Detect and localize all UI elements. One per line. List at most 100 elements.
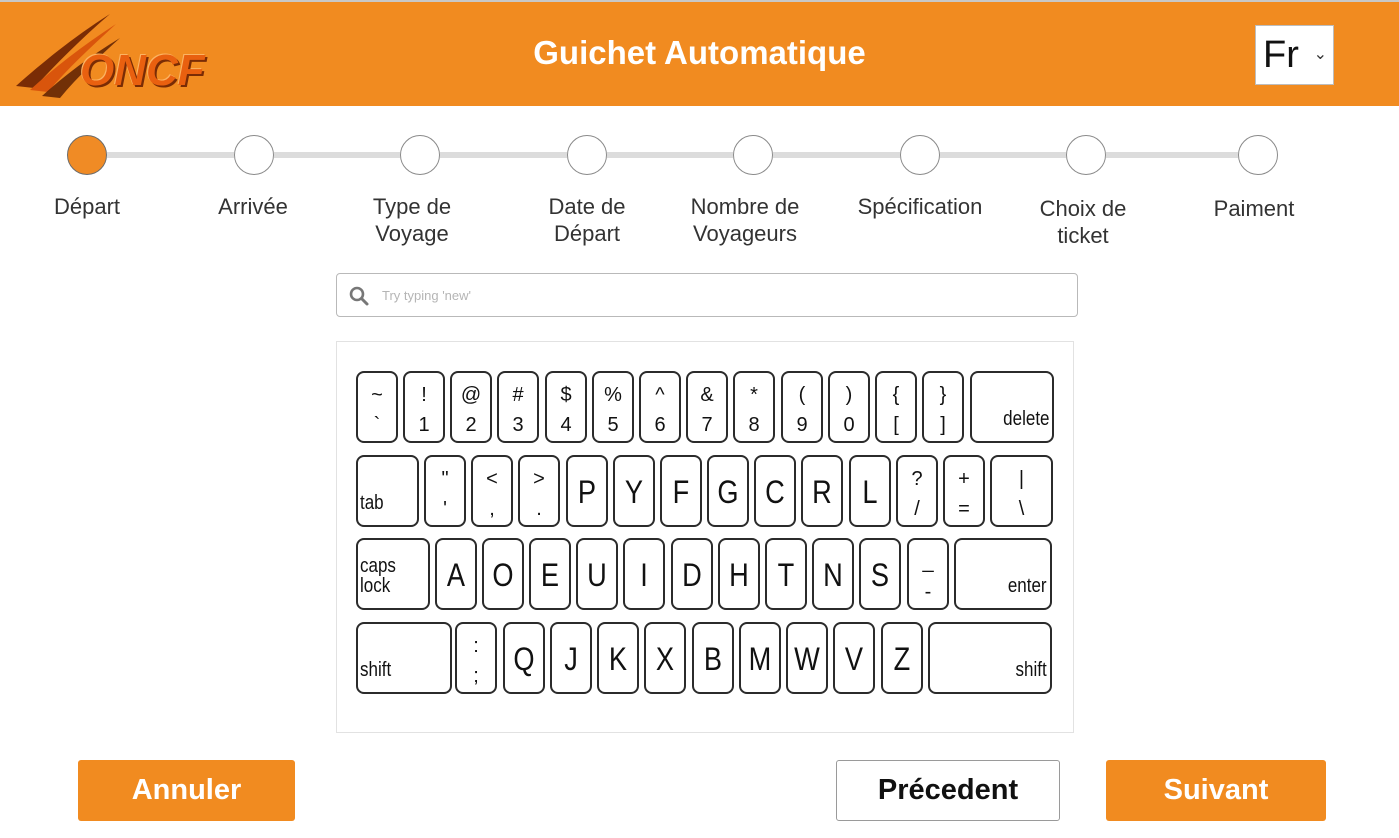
key-symbol[interactable]: _ -	[907, 538, 949, 610]
key-symbol[interactable]: & 7	[686, 371, 728, 443]
key-shift-label: ?	[911, 468, 923, 490]
key-label: F	[672, 474, 690, 510]
language-select[interactable]: Fr ⌄	[1255, 25, 1334, 85]
key-g[interactable]: G	[707, 455, 749, 527]
virtual-keyboard: ~ `! 1 @2 #3 $4% 5 ^ 6 & 7 * 8(9) 0{[}] delete tab " ' <, >…	[336, 341, 1074, 733]
key-r[interactable]: R	[801, 455, 843, 527]
key-label: delete	[1002, 408, 1049, 430]
key-h[interactable]: H	[718, 538, 760, 610]
key-label: D	[682, 557, 702, 593]
key-label: P	[577, 474, 597, 510]
key-label: R	[812, 474, 832, 510]
key-symbol[interactable]: <,	[471, 455, 513, 527]
key-caps-lock[interactable]: caps lock	[356, 538, 430, 610]
step-indicator	[400, 135, 440, 175]
key-delete[interactable]: delete	[970, 371, 1054, 443]
key-i[interactable]: I	[623, 538, 665, 610]
key-shift-label: :	[473, 635, 479, 657]
step-indicator	[1238, 135, 1278, 175]
key-label: Q	[513, 641, 535, 677]
step-label: Paiment	[1174, 195, 1334, 222]
key-symbol[interactable]: #3	[497, 371, 539, 443]
key-symbol[interactable]: % 5	[592, 371, 634, 443]
cancel-button[interactable]: Annuler	[78, 760, 295, 821]
key-symbol[interactable]: ~ `	[356, 371, 398, 443]
next-button[interactable]: Suivant	[1106, 760, 1326, 821]
key-k[interactable]: K	[597, 622, 639, 694]
key-shift[interactable]: shift	[356, 622, 452, 694]
key-label: 9	[796, 414, 808, 436]
key-v[interactable]: V	[833, 622, 875, 694]
previous-button[interactable]: Précedent	[836, 760, 1060, 821]
key-m[interactable]: M	[739, 622, 781, 694]
key-symbol[interactable]: >.	[518, 455, 560, 527]
key-t[interactable]: T	[765, 538, 807, 610]
key-symbol[interactable]: (9	[781, 371, 823, 443]
step-indicator	[67, 135, 107, 175]
key-symbol[interactable]: * 8	[733, 371, 775, 443]
key-symbol[interactable]: ! 1	[403, 371, 445, 443]
step-label-line: Voyageurs	[693, 221, 797, 246]
key-symbol[interactable]: ^ 6	[639, 371, 681, 443]
key-label: C	[765, 474, 785, 510]
key-l[interactable]: L	[849, 455, 891, 527]
key-p[interactable]: P	[566, 455, 608, 527]
key-symbol[interactable]: {[	[875, 371, 917, 443]
key-u[interactable]: U	[576, 538, 618, 610]
key-symbol[interactable]: ? /	[896, 455, 938, 527]
step-connector	[274, 152, 400, 158]
key-symbol[interactable]: @2	[450, 371, 492, 443]
language-value: Fr	[1263, 34, 1299, 76]
step-indicator	[567, 135, 607, 175]
step-label-line: Paiment	[1213, 196, 1295, 221]
key-label: 6	[654, 414, 666, 436]
key-f[interactable]: F	[660, 455, 702, 527]
step-connector	[607, 152, 733, 158]
key-label: enter	[1008, 575, 1047, 597]
step-label-line: Départ	[53, 194, 121, 219]
key-label: `	[373, 414, 381, 436]
key-b[interactable]: B	[692, 622, 734, 694]
key-label: U	[587, 557, 607, 593]
key-e[interactable]: E	[529, 538, 571, 610]
key-label: ]	[940, 414, 946, 436]
key-a[interactable]: A	[435, 538, 477, 610]
key-symbol[interactable]: :;	[455, 622, 497, 694]
key-y[interactable]: Y	[613, 455, 655, 527]
key-s[interactable]: S	[859, 538, 901, 610]
key-symbol[interactable]: $4	[545, 371, 587, 443]
search-placeholder: Try typing 'new'	[382, 288, 472, 303]
key-label: [	[893, 414, 899, 436]
step-label-line: Choix de	[1039, 196, 1127, 221]
key-w[interactable]: W	[786, 622, 828, 694]
key-d[interactable]: D	[671, 538, 713, 610]
key-c[interactable]: C	[754, 455, 796, 527]
key-q[interactable]: Q	[503, 622, 545, 694]
key-symbol[interactable]: " '	[424, 455, 466, 527]
key-symbol[interactable]: ) 0	[828, 371, 870, 443]
key-n[interactable]: N	[812, 538, 854, 610]
key-shift-label: _	[922, 551, 934, 573]
search-icon	[349, 286, 369, 306]
key-label: S	[870, 557, 890, 593]
key-shift-label: >	[533, 468, 545, 490]
key-label: E	[540, 557, 560, 593]
key-symbol[interactable]: | \	[990, 455, 1053, 527]
key-enter[interactable]: enter	[954, 538, 1052, 610]
key-symbol[interactable]: }]	[922, 371, 964, 443]
key-shift-label: *	[750, 384, 758, 406]
key-tab[interactable]: tab	[356, 455, 419, 527]
key-shift-label: +	[958, 468, 970, 490]
key-label: \	[1018, 498, 1025, 520]
key-o[interactable]: O	[482, 538, 524, 610]
key-label: I	[640, 557, 648, 593]
key-shift-label: #	[512, 384, 524, 406]
key-shift[interactable]: shift	[928, 622, 1052, 694]
key-j[interactable]: J	[550, 622, 592, 694]
key-symbol[interactable]: + =	[943, 455, 985, 527]
key-x[interactable]: X	[644, 622, 686, 694]
key-z[interactable]: Z	[881, 622, 923, 694]
search-input[interactable]: Try typing 'new'	[336, 273, 1078, 317]
key-shift-label: (	[798, 384, 806, 406]
key-shift-label: {	[892, 384, 900, 406]
